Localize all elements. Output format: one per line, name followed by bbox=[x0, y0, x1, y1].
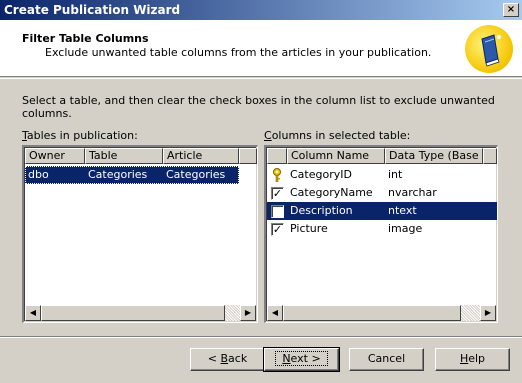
table-cell: Categories bbox=[88, 168, 148, 181]
column-name-cell: Picture bbox=[290, 222, 328, 235]
title-bar: Create Publication Wizard × bbox=[0, 0, 522, 20]
column-header-check[interactable] bbox=[267, 148, 287, 164]
tables-hscrollbar[interactable]: ◀ ▶ bbox=[25, 305, 256, 321]
column-header-table[interactable]: Table bbox=[85, 148, 163, 164]
columns-hscrollbar[interactable]: ◀ ▶ bbox=[267, 305, 496, 321]
instruction-text: Select a table, and then clear the check… bbox=[22, 94, 495, 120]
help-button[interactable]: Help bbox=[435, 348, 510, 371]
scroll-left-icon[interactable]: ◀ bbox=[267, 305, 283, 321]
data-type-cell: ntext bbox=[388, 204, 417, 217]
column-checkbox[interactable]: ✓ bbox=[271, 223, 284, 236]
scroll-thumb[interactable] bbox=[41, 305, 225, 321]
column-header-filler bbox=[483, 148, 497, 164]
scroll-right-icon[interactable]: ▶ bbox=[480, 305, 496, 321]
book-wizard-icon bbox=[465, 25, 513, 73]
column-header-filler bbox=[239, 148, 257, 164]
owner-cell: dbo bbox=[28, 168, 49, 181]
column-name-cell: CategoryID bbox=[290, 168, 352, 181]
page-subtitle: Exclude unwanted table columns from the … bbox=[45, 46, 432, 59]
columns-list[interactable]: Column Name Data Type (Base ... Category… bbox=[264, 145, 498, 323]
list-item[interactable]: CategoryID int bbox=[267, 166, 482, 184]
column-name-cell: CategoryName bbox=[290, 186, 373, 199]
scroll-right-icon[interactable]: ▶ bbox=[240, 305, 256, 321]
list-item[interactable]: Description ntext bbox=[267, 202, 497, 220]
page-title: Filter Table Columns bbox=[22, 32, 149, 45]
column-header-data-type[interactable]: Data Type (Base ... bbox=[385, 148, 483, 164]
article-cell: Categories bbox=[166, 168, 226, 181]
columns-label: Columns in selected table: bbox=[264, 129, 411, 142]
column-header-owner[interactable]: Owner bbox=[25, 148, 85, 164]
list-item[interactable]: ✓ Picture image bbox=[267, 220, 482, 238]
table-row[interactable]: dbo Categories Categories bbox=[25, 166, 239, 184]
scroll-thumb[interactable] bbox=[283, 305, 461, 321]
next-button[interactable]: Next > bbox=[263, 347, 340, 372]
column-header-column-name[interactable]: Column Name bbox=[287, 148, 385, 164]
cancel-button[interactable]: Cancel bbox=[349, 348, 424, 371]
window-title: Create Publication Wizard bbox=[4, 3, 181, 17]
column-header-article[interactable]: Article bbox=[163, 148, 239, 164]
column-checkbox[interactable] bbox=[271, 205, 284, 218]
scroll-left-icon[interactable]: ◀ bbox=[25, 305, 41, 321]
next-button-label: Next > bbox=[275, 351, 328, 366]
column-name-cell: Description bbox=[290, 204, 353, 217]
footer-divider-highlight bbox=[0, 337, 522, 338]
data-type-cell: nvarchar bbox=[388, 186, 437, 199]
data-type-cell: int bbox=[388, 168, 403, 181]
primary-key-icon bbox=[273, 168, 281, 182]
back-button[interactable]: < Back bbox=[190, 348, 265, 371]
tables-label: Tables in publication: bbox=[22, 129, 138, 142]
data-type-cell: image bbox=[388, 222, 423, 235]
tables-list[interactable]: Owner Table Article dbo Categories Categ… bbox=[22, 145, 258, 323]
close-icon[interactable]: × bbox=[503, 3, 519, 17]
list-item[interactable]: ✓ CategoryName nvarchar bbox=[267, 184, 482, 202]
header-divider bbox=[0, 78, 522, 79]
column-checkbox[interactable]: ✓ bbox=[271, 187, 284, 200]
